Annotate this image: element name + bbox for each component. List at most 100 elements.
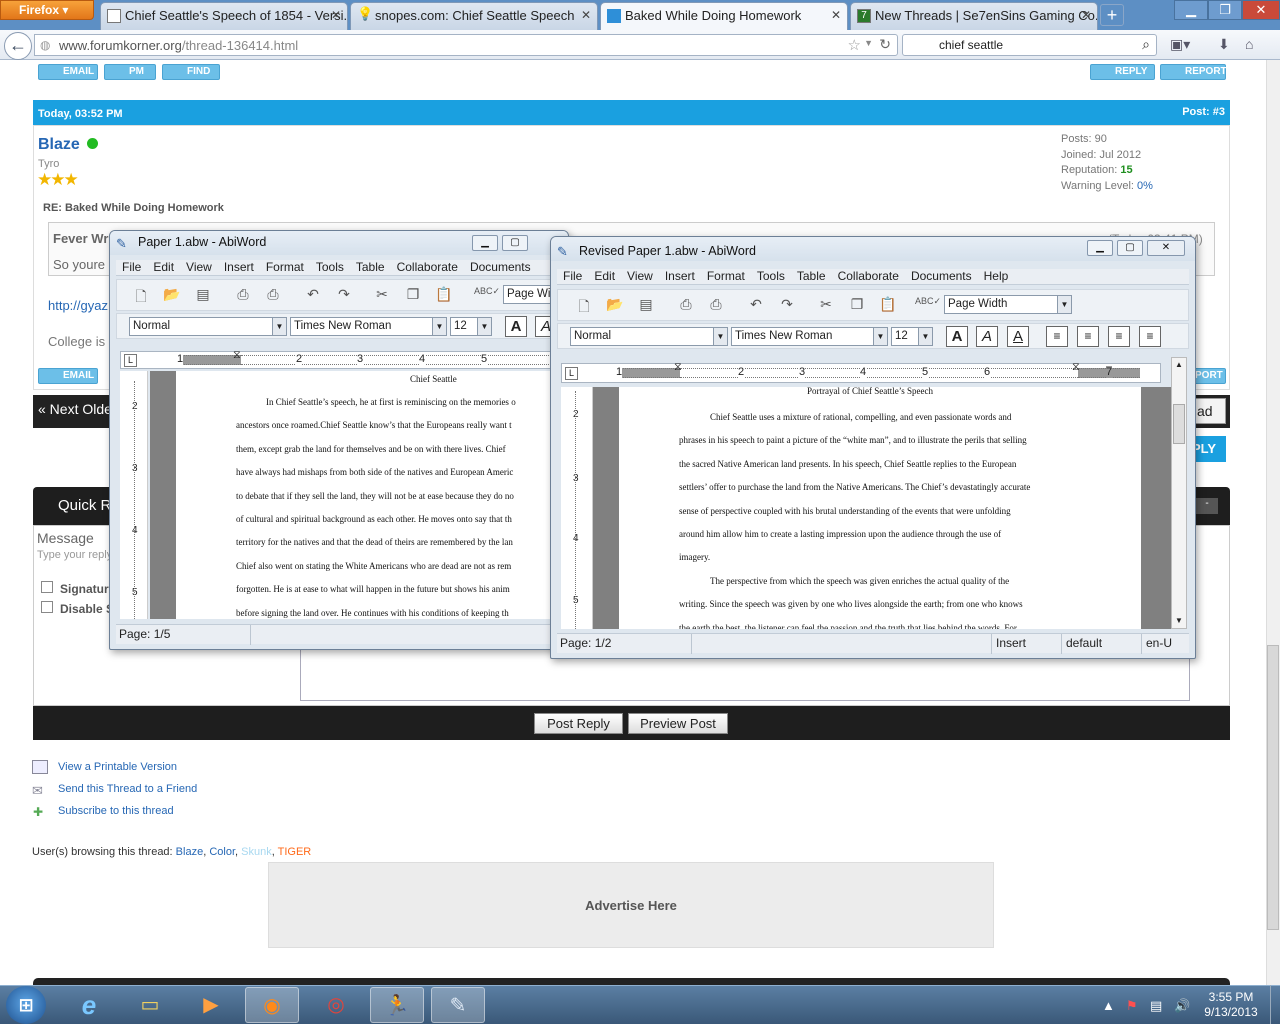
- zoom-select[interactable]: Page Width ▼: [944, 295, 1072, 314]
- tab-new-threads[interactable]: 7 New Threads | Se7enSins Gaming Co... ✕: [850, 2, 1098, 30]
- menu-table[interactable]: Table: [356, 260, 385, 274]
- style-select[interactable]: Normal ▼: [129, 317, 287, 336]
- next-oldest-link[interactable]: « Next Olde: [38, 401, 112, 417]
- email-button[interactable]: EMAIL: [38, 64, 98, 80]
- reload-icon[interactable]: ↻: [879, 36, 891, 53]
- abiword-window-paper1[interactable]: ✎ Paper 1.abw - AbiWord ▁ ▢ File Edit View…: [109, 230, 569, 650]
- menu-table[interactable]: Table: [797, 269, 826, 283]
- close-button[interactable]: ✕: [1147, 240, 1185, 256]
- print-preview-icon[interactable]: ⎙: [706, 296, 726, 314]
- font-size-select[interactable]: 12 ▼: [891, 327, 933, 346]
- pm-button[interactable]: PM: [104, 64, 156, 80]
- minimize-window-button[interactable]: ▁: [1174, 0, 1208, 20]
- send-to-friend-link[interactable]: Send this Thread to a Friend: [58, 783, 197, 795]
- menu-collaborate[interactable]: Collaborate: [838, 269, 899, 283]
- warning-level-link[interactable]: 0%: [1137, 180, 1153, 192]
- tab-baked-while-doing-homework[interactable]: Baked While Doing Homework ✕: [600, 2, 848, 30]
- spellcheck-icon[interactable]: ABC✓: [474, 286, 500, 304]
- menu-documents[interactable]: Documents: [911, 269, 972, 283]
- font-size-select[interactable]: 12 ▼: [450, 317, 492, 336]
- scroll-up-icon[interactable]: ▲: [1175, 360, 1183, 369]
- menu-help[interactable]: Help: [984, 269, 1009, 283]
- tab-stop-icon[interactable]: L: [124, 354, 137, 367]
- horizontal-ruler[interactable]: L ⧖ ⧖ 1 2 3 4 5 6 7: [561, 361, 1161, 383]
- reputation-link[interactable]: 15: [1120, 164, 1132, 176]
- copy-icon[interactable]: ❐: [403, 286, 423, 304]
- url-bar[interactable]: ◍ www.forumkorner.org/thread-136414.html…: [34, 34, 898, 56]
- menu-documents[interactable]: Documents: [470, 260, 531, 274]
- reply-button[interactable]: REPLY: [1090, 64, 1155, 80]
- search-icon[interactable]: ⌕: [1142, 36, 1150, 53]
- page-scrollbar-thumb[interactable]: [1267, 645, 1279, 930]
- open-folder-icon[interactable]: 📂: [605, 296, 625, 314]
- menu-edit[interactable]: Edit: [594, 269, 615, 283]
- find-button[interactable]: FIND: [162, 64, 220, 80]
- bookmark-star-icon[interactable]: ☆: [848, 36, 861, 54]
- dropdown-icon[interactable]: ▼: [864, 38, 873, 48]
- abiword-titlebar[interactable]: ✎ Revised Paper 1.abw - AbiWord ▁ ▢ ✕: [551, 237, 1195, 261]
- menu-tools[interactable]: Tools: [316, 260, 344, 274]
- paste-icon[interactable]: 📋: [878, 296, 898, 314]
- signature-checkbox[interactable]: [41, 581, 53, 593]
- menu-format[interactable]: Format: [707, 269, 745, 283]
- new-document-icon[interactable]: 🗋: [574, 296, 594, 314]
- font-select[interactable]: Times New Roman ▼: [290, 317, 447, 336]
- save-icon[interactable]: ▤: [193, 286, 213, 304]
- align-right-icon[interactable]: ≡: [1108, 326, 1130, 347]
- close-tab-icon[interactable]: ✕: [331, 8, 341, 22]
- show-desktop-button[interactable]: [1270, 985, 1280, 1024]
- menu-tools[interactable]: Tools: [757, 269, 785, 283]
- right-indent-marker-icon[interactable]: ⧖: [1072, 361, 1080, 374]
- align-left-icon[interactable]: ≡: [1046, 326, 1068, 347]
- redo-icon[interactable]: ↷: [777, 296, 797, 314]
- menu-collaborate[interactable]: Collaborate: [397, 260, 458, 274]
- user-link-skunk[interactable]: Skunk: [241, 846, 272, 858]
- action-center-icon[interactable]: ⚑: [1126, 998, 1138, 1014]
- post-reply-button[interactable]: Post Reply: [534, 713, 623, 734]
- show-hidden-icons-icon[interactable]: ▲: [1102, 998, 1115, 1013]
- explorer-icon[interactable]: ▭: [123, 987, 177, 1023]
- back-button[interactable]: ←: [4, 32, 32, 60]
- document-scrollbar[interactable]: ▲ ▼: [1171, 357, 1187, 629]
- italic-button[interactable]: A: [976, 326, 998, 347]
- close-tab-icon[interactable]: ✕: [831, 8, 841, 22]
- report-button[interactable]: REPORT: [1160, 64, 1227, 80]
- abiword-window-revised-paper1[interactable]: ✎ Revised Paper 1.abw - AbiWord ▁ ▢ ✕ Fi…: [550, 236, 1196, 659]
- redo-icon[interactable]: ↷: [334, 286, 354, 304]
- user-link-blaze[interactable]: Blaze: [176, 846, 204, 858]
- style-select[interactable]: Normal ▼: [570, 327, 728, 346]
- horizontal-ruler[interactable]: L ⧖ 1 2 3 4 5: [120, 349, 565, 369]
- font-select[interactable]: Times New Roman ▼: [731, 327, 888, 346]
- abiword-icon[interactable]: ✎: [431, 987, 485, 1023]
- document-scrollbar-thumb[interactable]: [1173, 404, 1185, 444]
- menu-format[interactable]: Format: [266, 260, 304, 274]
- user-link-tiger[interactable]: TIGER: [278, 846, 312, 858]
- copy-icon[interactable]: ❐: [847, 296, 867, 314]
- spellcheck-icon[interactable]: ABC✓: [915, 296, 941, 314]
- start-button[interactable]: ⊞: [6, 986, 46, 1024]
- close-tab-icon[interactable]: ✕: [581, 8, 591, 22]
- document-area[interactable]: Portrayal of Chief Seattle’s Speech Chie…: [593, 387, 1171, 629]
- firefox-menu-button[interactable]: Firefox ▾: [0, 0, 94, 20]
- search-input[interactable]: chief seattle ⌕: [902, 34, 1157, 56]
- clock[interactable]: 3:55 PM 9/13/2013: [1196, 990, 1266, 1020]
- align-center-icon[interactable]: ≡: [1077, 326, 1099, 347]
- new-document-icon[interactable]: 🗋: [131, 286, 151, 304]
- advertisement[interactable]: Advertise Here: [268, 862, 994, 948]
- bookmarks-menu-icon[interactable]: ▣▾: [1170, 36, 1190, 53]
- indent-marker-icon[interactable]: ⧖: [233, 349, 241, 362]
- network-icon[interactable]: ▤: [1150, 998, 1162, 1014]
- tab-snopes[interactable]: 💡 snopes.com: Chief Seattle Speech ✕: [350, 2, 598, 30]
- minimize-button[interactable]: ▁: [1087, 240, 1113, 256]
- preview-post-button[interactable]: Preview Post: [628, 713, 728, 734]
- bold-button[interactable]: A: [946, 326, 968, 347]
- document-page[interactable]: Portrayal of Chief Seattle’s Speech Chie…: [619, 387, 1141, 629]
- close-window-button[interactable]: ✕: [1242, 0, 1280, 20]
- maximize-window-button[interactable]: ❐: [1208, 0, 1242, 20]
- cut-icon[interactable]: ✂: [372, 286, 392, 304]
- minimize-button[interactable]: ▁: [472, 235, 498, 251]
- indent-marker-icon[interactable]: ⧖: [674, 361, 682, 374]
- scroll-down-icon[interactable]: ▼: [1175, 616, 1183, 625]
- collapse-icon[interactable]: -: [1196, 498, 1218, 514]
- ie-icon[interactable]: e: [62, 987, 116, 1023]
